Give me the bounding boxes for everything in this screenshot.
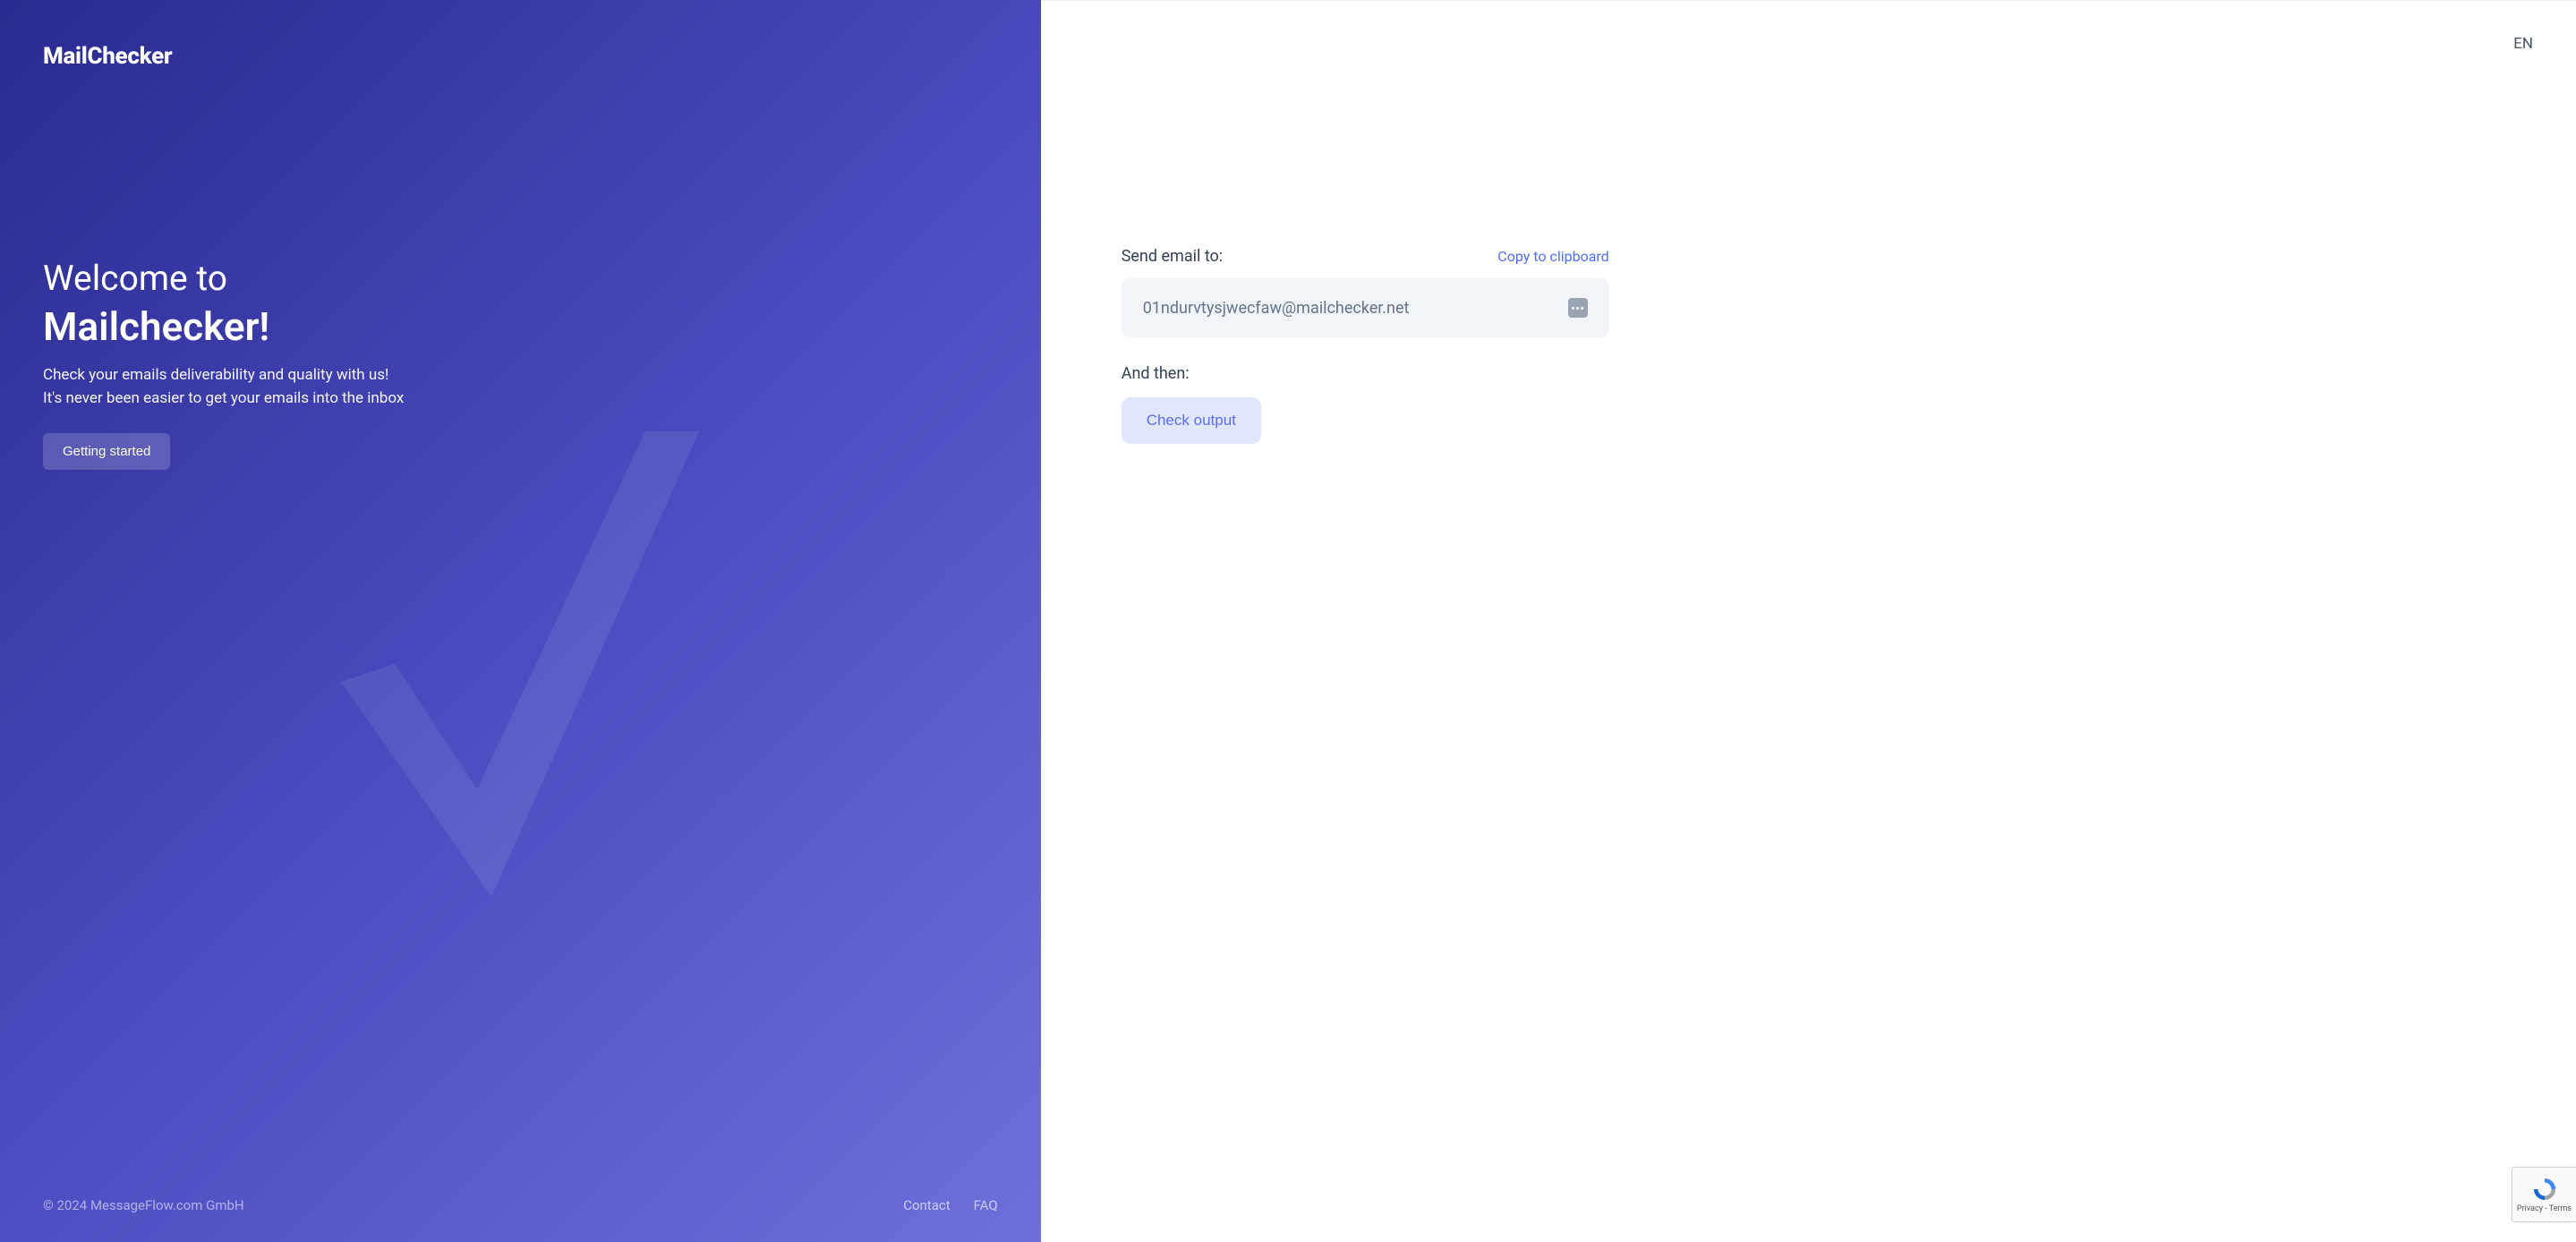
and-then-label: And then: (1122, 364, 1609, 383)
welcome-text: Welcome to (43, 258, 998, 300)
subtitle-line1: Check your emails deliverability and qua… (43, 366, 388, 384)
send-email-label: Send email to: (1122, 247, 1223, 266)
email-display-box: 01ndurvtysjwecfaw@mailchecker.net (1122, 278, 1609, 337)
right-panel: EN Send email to: Copy to clipboard 01nd… (1041, 0, 2576, 1242)
copy-to-clipboard-link[interactable]: Copy to clipboard (1497, 248, 1608, 265)
app-logo: MailChecker (43, 43, 998, 70)
contact-link[interactable]: Contact (903, 1197, 950, 1213)
recaptcha-terms: Privacy - Terms (2517, 1204, 2572, 1213)
left-panel: MailChecker Welcome to Mailchecker! Chec… (0, 0, 1041, 1242)
generated-email: 01ndurvtysjwecfaw@mailchecker.net (1143, 299, 1410, 318)
copyright-text: © 2024 MessageFlow.com GmbH (43, 1197, 244, 1213)
faq-link[interactable]: FAQ (974, 1197, 998, 1213)
password-manager-icon[interactable] (1568, 298, 1588, 318)
check-output-button[interactable]: Check output (1122, 397, 1261, 444)
hero-subtitle: Check your emails deliverability and qua… (43, 364, 998, 410)
language-selector[interactable]: EN (2513, 35, 2533, 53)
getting-started-button[interactable]: Getting started (43, 433, 170, 470)
hero-title: Mailchecker! (43, 305, 998, 348)
recaptcha-badge[interactable]: Privacy - Terms (2512, 1167, 2576, 1222)
subtitle-line2: It's never been easier to get your email… (43, 389, 404, 407)
recaptcha-icon (2531, 1176, 2558, 1203)
